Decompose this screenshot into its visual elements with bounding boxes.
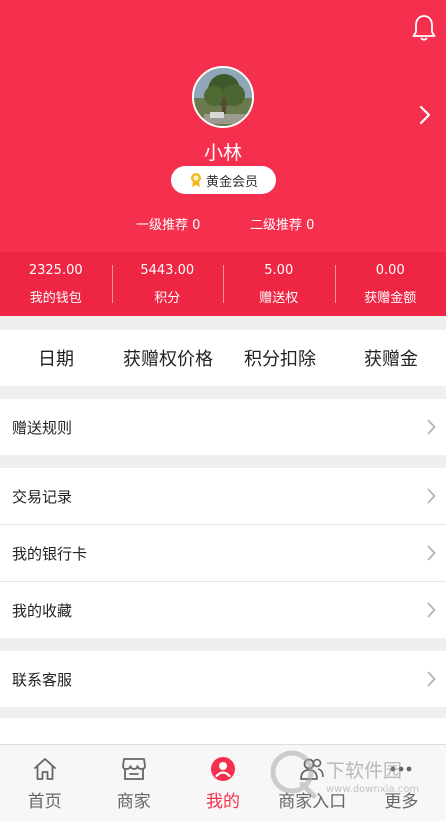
menu-favorites[interactable]: 我的收藏 (0, 582, 446, 638)
column-header-gift-price: 获赠权价格 (123, 349, 213, 370)
home-icon (33, 758, 56, 780)
menu-label: 赠送规则 (12, 418, 73, 437)
medal-icon (190, 173, 201, 187)
chevron-right-icon[interactable] (418, 104, 432, 126)
chevron-right-icon (427, 488, 436, 504)
stat-wallet[interactable]: 2325.00 我的钱包 (0, 252, 112, 316)
menu-gift-rules[interactable]: 赠送规则 (0, 399, 446, 455)
level-label: 黄金会员 (205, 174, 258, 190)
menu-label: 交易记录 (12, 487, 73, 506)
stats-bar: 2325.00 我的钱包 5443.00 积分 5.00 赠送权 0.00 获赠… (0, 252, 446, 316)
menu-transactions[interactable]: 交易记录 (0, 468, 446, 524)
bottom-tab-bar: 首页 商家 我的 商家入口 更多 (0, 744, 446, 821)
tab-label: 商家 (116, 792, 151, 812)
stat-gift-rights[interactable]: 5.00 赠送权 (223, 252, 335, 316)
stat-label: 我的钱包 (29, 290, 82, 306)
stat-value: 5443.00 (140, 262, 195, 278)
tab-label: 首页 (27, 792, 62, 812)
username: 小林 (203, 142, 242, 164)
chevron-right-icon (427, 545, 436, 561)
menu-customer-service[interactable]: 联系客服 (0, 651, 446, 707)
spacer-row (0, 718, 446, 744)
menu-bank-cards[interactable]: 我的银行卡 (0, 525, 446, 581)
stat-points[interactable]: 5443.00 积分 (111, 252, 224, 316)
more-icon (391, 766, 412, 772)
tab-mine[interactable]: 我的 (178, 745, 267, 821)
tab-more[interactable]: 更多 (357, 745, 446, 821)
stat-label: 积分 (154, 290, 181, 306)
tab-label: 我的 (206, 792, 240, 812)
tab-label: 商家入口 (278, 792, 347, 812)
referral-level1[interactable]: 一级推荐 0 (136, 214, 200, 233)
tab-merchant-entry[interactable]: 商家入口 (268, 745, 357, 821)
menu-label: 我的收藏 (12, 601, 73, 620)
stat-gift-amount[interactable]: 0.00 获赠金额 (334, 252, 446, 316)
user-icon (211, 757, 235, 781)
table-header: 日期 获赠权价格 积分扣除 获赠金 (0, 330, 446, 386)
tab-merchants[interactable]: 商家 (89, 745, 178, 821)
chevron-right-icon (427, 602, 436, 618)
avatar[interactable] (192, 66, 254, 128)
stat-label: 赠送权 (259, 290, 299, 306)
level-badge: 黄金会员 (171, 166, 276, 194)
tab-label: 更多 (384, 792, 419, 812)
bell-icon[interactable] (412, 14, 436, 42)
column-header-points-deducted: 积分扣除 (244, 349, 316, 370)
merchant-entry-icon (300, 758, 325, 780)
column-header-date: 日期 (38, 349, 74, 370)
menu-label: 我的银行卡 (12, 544, 88, 563)
chevron-right-icon (427, 671, 436, 687)
store-icon (121, 758, 146, 780)
stat-value: 5.00 (264, 262, 294, 278)
referral-level2[interactable]: 二级推荐 0 (250, 214, 314, 233)
tab-home[interactable]: 首页 (0, 745, 89, 821)
menu-label: 联系客服 (12, 670, 73, 689)
stat-value: 2325.00 (28, 262, 83, 278)
stat-label: 获赠金额 (364, 290, 417, 306)
chevron-right-icon (427, 419, 436, 435)
stat-value: 0.00 (375, 262, 405, 278)
column-header-gift-received: 获赠金 (364, 349, 418, 370)
